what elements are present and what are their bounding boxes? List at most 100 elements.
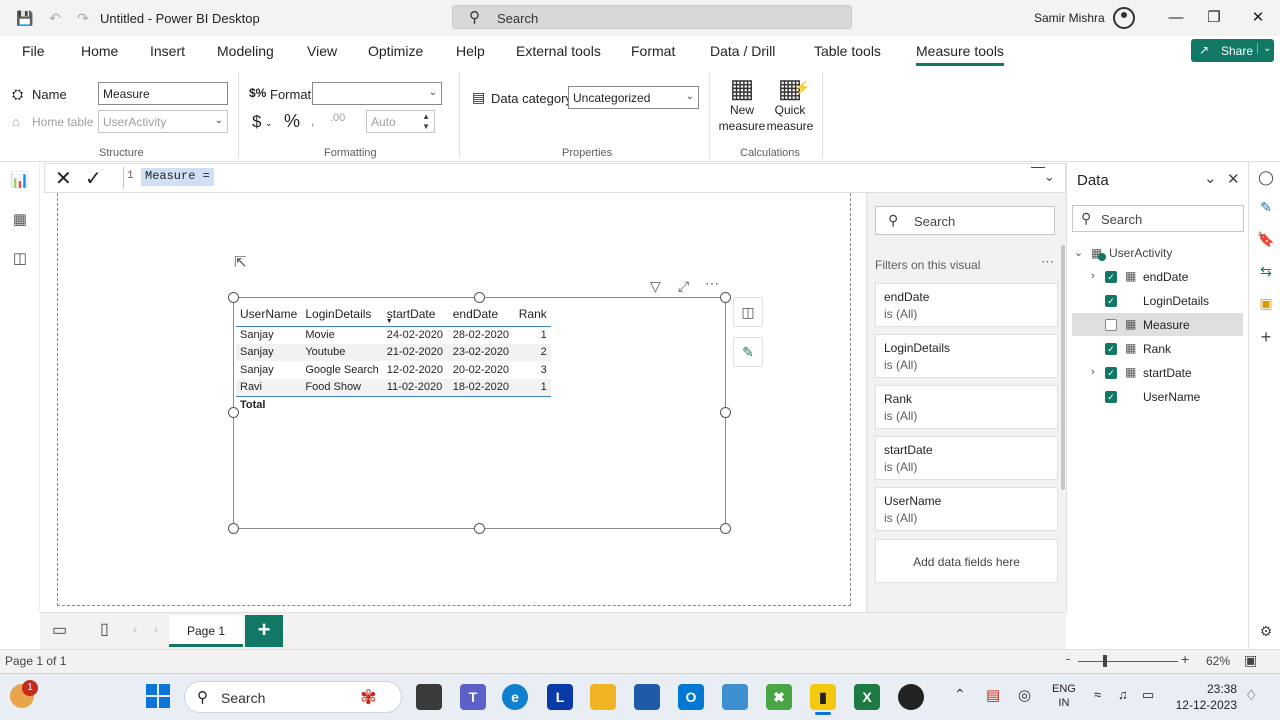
field-rank[interactable]: Rank [1143, 342, 1171, 356]
snipping-icon[interactable]: ✖ [766, 684, 792, 710]
circle-app-icon[interactable]: O [678, 684, 704, 710]
add-icon[interactable]: + [1257, 327, 1275, 347]
page-tab[interactable]: Page 1 [169, 615, 243, 647]
save-icon[interactable]: 💾 [16, 9, 34, 27]
resize-handle[interactable] [720, 407, 731, 418]
minimize-icon[interactable]: — [1166, 8, 1186, 28]
language-indicator[interactable]: ENG IN [1052, 682, 1076, 710]
menu-home[interactable]: Home [81, 43, 118, 59]
gear-icon[interactable]: ⚙ [1257, 623, 1275, 641]
field-enddate[interactable]: endDate [1143, 270, 1188, 284]
chevron-up-icon[interactable]: ⌃ [954, 686, 966, 703]
filter-card-logindetails[interactable]: LoginDetails is (All) [875, 334, 1058, 378]
menu-format[interactable]: Format [631, 43, 675, 59]
undo-icon[interactable]: ↶ [46, 9, 64, 27]
menu-data-drill[interactable]: Data / Drill [710, 43, 775, 59]
gift-icon[interactable]: ▤ [986, 686, 1000, 704]
commit-icon[interactable]: ✓ [85, 166, 102, 191]
currency-icon[interactable]: $ [252, 112, 261, 132]
power-bi-icon[interactable]: ▮ [810, 684, 836, 710]
field-checkbox[interactable]: ✓ [1105, 367, 1117, 379]
cancel-icon[interactable]: ✕ [55, 166, 72, 191]
field-checkbox[interactable]: ✓ [1105, 391, 1117, 403]
resize-handle[interactable] [228, 523, 239, 534]
cloud-app-icon[interactable] [722, 684, 748, 710]
edge-icon[interactable]: e [502, 684, 528, 710]
column-header-rank[interactable]: Rank [515, 302, 551, 326]
menu-insert[interactable]: Insert [150, 43, 185, 59]
filters-search-box[interactable]: ⚲ Search [875, 206, 1055, 235]
more-options-icon[interactable]: ⋯ [705, 275, 719, 292]
resize-handle[interactable] [228, 407, 239, 418]
field-startdate[interactable]: startDate [1143, 366, 1192, 380]
bell-icon[interactable]: ♢ [1245, 687, 1258, 704]
sync-icon[interactable]: ⇆ [1257, 263, 1275, 281]
scrollbar[interactable] [1061, 245, 1065, 490]
filter-icon[interactable]: ▽ [650, 278, 661, 295]
name-field[interactable]: Measure [98, 82, 228, 105]
user-name[interactable]: Samir Mishra [1034, 11, 1105, 25]
bookmark-icon[interactable]: 🔖 [1257, 231, 1275, 249]
formula-input[interactable]: Measure = [141, 168, 214, 186]
chevron-down-icon[interactable]: ⌄ [1257, 43, 1271, 54]
close-icon[interactable]: ✕ [1248, 8, 1268, 28]
data-search-box[interactable]: ⚲ Search [1072, 205, 1244, 232]
menu-help[interactable]: Help [456, 43, 485, 59]
field-checkbox[interactable]: ✓ [1105, 343, 1117, 355]
visual-build-icon[interactable]: ◫ [733, 297, 763, 327]
more-options-icon[interactable]: ⋯ [1041, 254, 1054, 270]
resize-handle[interactable] [474, 523, 485, 534]
teams-icon[interactable]: T [460, 684, 486, 710]
new-measure-button[interactable]: ▦ New measure [716, 74, 768, 134]
field-checkbox[interactable] [1105, 319, 1117, 331]
restore-icon[interactable]: ❐ [1204, 8, 1224, 28]
menu-view[interactable]: View [307, 43, 337, 59]
filter-card-startdate[interactable]: startDate is (All) [875, 436, 1058, 480]
menu-measure-tools[interactable]: Measure tools [916, 43, 1004, 66]
excel-icon[interactable]: X [854, 684, 880, 710]
field-username[interactable]: UserName [1143, 390, 1200, 404]
chevron-down-icon[interactable]: ⌄ [265, 118, 273, 129]
clock[interactable]: 23:38 12-12-2023 [1175, 681, 1237, 713]
chevron-right-icon[interactable]: › [154, 622, 158, 636]
table-name[interactable]: UserActivity [1109, 246, 1172, 260]
collapse-icon[interactable] [1031, 167, 1045, 168]
chevron-left-icon[interactable]: ‹ [133, 622, 137, 636]
chevron-right-icon[interactable]: › [1091, 270, 1095, 282]
add-page-button[interactable]: + [245, 615, 283, 647]
file-explorer-icon[interactable] [590, 684, 616, 710]
obs-icon[interactable] [898, 684, 924, 710]
share-button[interactable]: ↗ Share ⌄ [1191, 39, 1274, 62]
field-measure[interactable]: Measure [1143, 318, 1190, 332]
avatar[interactable] [1113, 7, 1135, 29]
report-view-icon[interactable]: 📊 [10, 171, 30, 191]
menu-table-tools[interactable]: Table tools [814, 43, 881, 59]
format-select[interactable]: ⌄ [312, 82, 442, 105]
battery-icon[interactable]: ▭ [1142, 687, 1154, 703]
chevron-down-icon[interactable]: ⌄ [1074, 246, 1083, 259]
title-search-box[interactable]: ⚲ Search [452, 5, 852, 29]
table-view-icon[interactable]: ▦ [10, 210, 30, 230]
menu-external-tools[interactable]: External tools [516, 43, 601, 59]
taskbar-search[interactable]: ⚲ Search ✾ [184, 681, 402, 713]
model-view-icon[interactable]: ◫ [10, 249, 30, 269]
data-category-select[interactable]: Uncategorized ⌄ [568, 86, 699, 109]
close-icon[interactable]: ✕ [1227, 170, 1240, 188]
chevron-down-icon[interactable]: ⌄ [1044, 169, 1055, 185]
filter-card-enddate[interactable]: endDate is (All) [875, 283, 1058, 327]
desktop-view-icon[interactable]: ▭ [52, 620, 67, 640]
wifi-icon[interactable]: ≈ [1094, 687, 1101, 702]
selection-icon[interactable]: ▣ [1257, 295, 1275, 313]
microphone-icon[interactable]: ◎ [1018, 686, 1031, 704]
add-data-fields-dropzone[interactable]: Add data fields here [875, 539, 1058, 583]
volume-icon[interactable]: ♫ [1118, 687, 1128, 702]
resize-handle[interactable] [228, 292, 239, 303]
chevron-down-icon[interactable]: ⌄ [1204, 169, 1217, 187]
resize-handle[interactable] [474, 292, 485, 303]
zoom-in-icon[interactable]: + [1181, 651, 1189, 667]
field-checkbox[interactable]: ✓ [1105, 295, 1117, 307]
menu-modeling[interactable]: Modeling [217, 43, 274, 59]
resize-handle[interactable] [720, 292, 731, 303]
app-l-icon[interactable]: L [547, 684, 573, 710]
format-pane-icon[interactable]: ✎ [1257, 199, 1275, 217]
